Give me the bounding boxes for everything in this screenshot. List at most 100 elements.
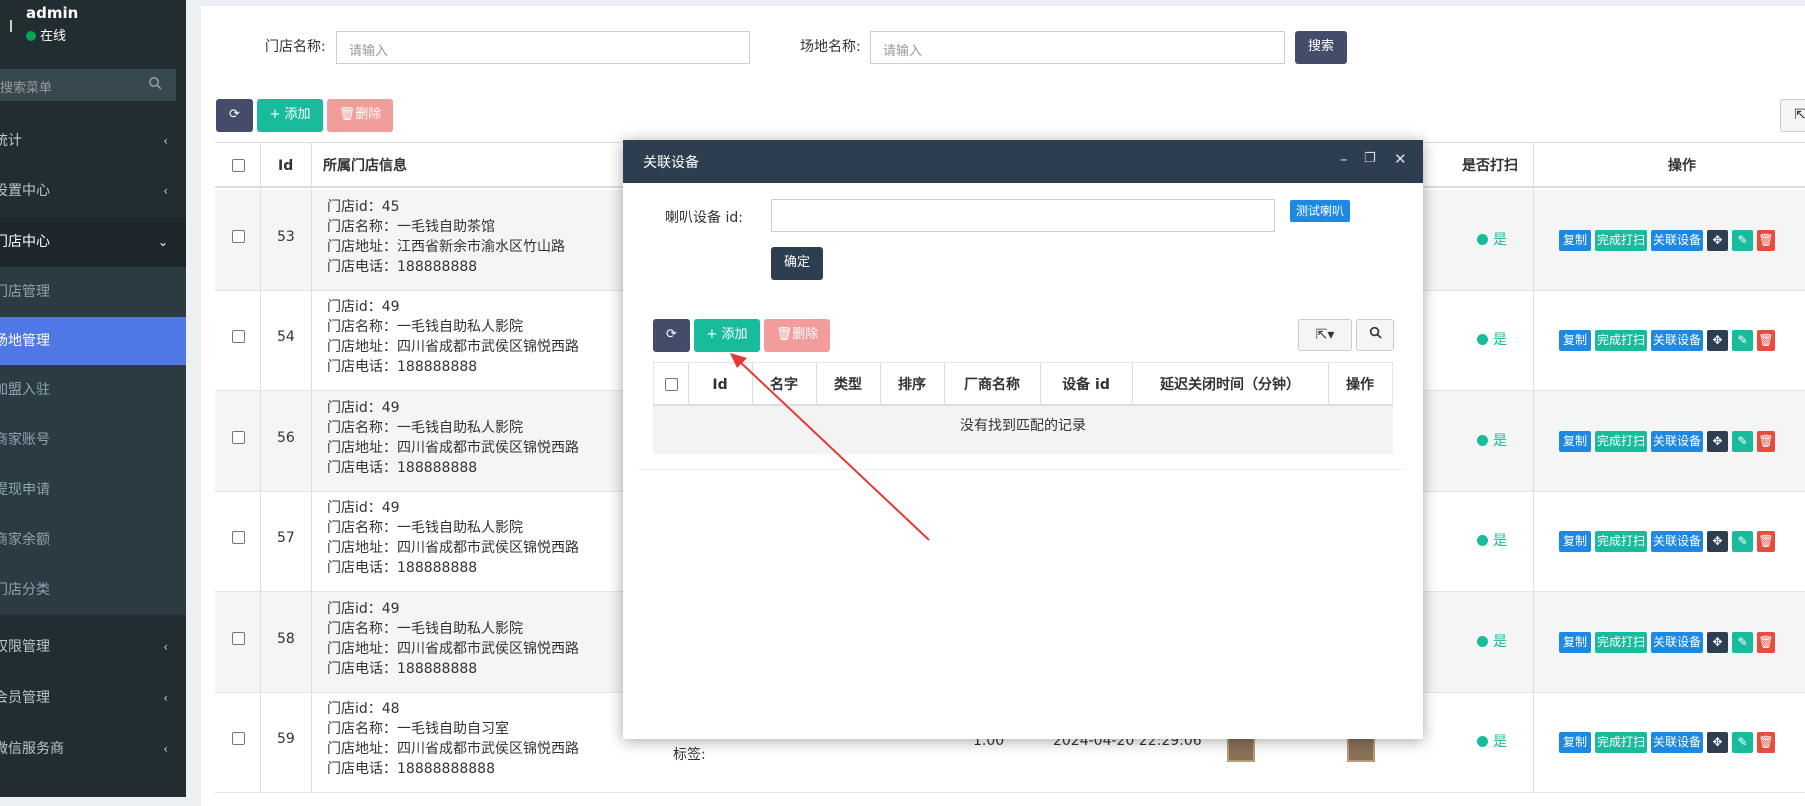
row-id: 58 xyxy=(277,631,295,647)
menu-search-input[interactable]: 搜索菜单 xyxy=(0,69,176,101)
link-device-button[interactable]: 关联设备 xyxy=(1651,330,1703,351)
venue-name-input[interactable]: 请输入 xyxy=(870,31,1285,64)
copy-button[interactable]: 复制 xyxy=(1559,732,1591,753)
row-actions: 复制 完成打扫 关联设备 ✥ ✎ 🗑 xyxy=(1559,732,1805,753)
store-name-input[interactable]: 请输入 xyxy=(336,31,750,64)
row-checkbox[interactable] xyxy=(232,330,245,343)
done-cleaning-button[interactable]: 完成打扫 xyxy=(1595,632,1647,653)
delete-label: 删除 xyxy=(355,107,382,122)
row-checkbox[interactable] xyxy=(232,531,245,544)
sidebar-item-merchant-balance[interactable]: 商家余额 xyxy=(0,515,186,565)
copy-button[interactable]: 复制 xyxy=(1559,230,1591,251)
sidebar-item-wechat[interactable]: 微信服务商 ‹ xyxy=(0,724,186,774)
select-all-checkbox[interactable] xyxy=(232,159,245,172)
move-icon[interactable]: ✥ xyxy=(1707,230,1728,251)
store-info: 门店id：49 门店名称：一毛钱自助私人影院 门店地址：四川省成都市武侯区锦悦西路门… xyxy=(327,398,579,478)
row-id: 57 xyxy=(277,530,295,546)
move-icon[interactable]: ✥ xyxy=(1707,330,1728,351)
sidebar-item-label: 门店分类 xyxy=(0,582,50,598)
divider xyxy=(311,143,312,189)
sidebar-item-settings[interactable]: 设置中心 ‹ xyxy=(0,166,186,216)
row-checkbox[interactable] xyxy=(232,632,245,645)
copy-button[interactable]: 复制 xyxy=(1559,431,1591,452)
link-device-button[interactable]: 关联设备 xyxy=(1651,732,1703,753)
cleaned-text: 是 xyxy=(1493,332,1507,348)
chevron-left-icon: ‹ xyxy=(163,640,168,654)
sidebar-item-merchant-account[interactable]: 商家账号 xyxy=(0,415,186,465)
sidebar-item-label: 会员管理 xyxy=(0,690,50,706)
sidebar-item-store-center[interactable]: 门店中心 ⌄ xyxy=(0,217,186,267)
row-actions: 复制 完成打扫 关联设备 ✥ ✎ 🗑 xyxy=(1559,230,1805,251)
edit-icon[interactable]: ✎ xyxy=(1732,531,1753,552)
move-icon[interactable]: ✥ xyxy=(1707,632,1728,653)
trash-icon[interactable]: 🗑 xyxy=(1757,632,1775,653)
search-button[interactable]: 搜索 xyxy=(1295,31,1347,64)
header-store-info[interactable]: 所属门店信息 xyxy=(323,143,407,189)
export-button[interactable]: ⇱ xyxy=(1780,99,1805,132)
delete-button[interactable]: 🗑删除 xyxy=(327,99,393,132)
store-info: 门店id：45 门店名称：一毛钱自助茶馆 门店地址：江西省新余市渝水区竹山路 门店电话… xyxy=(327,197,565,277)
edit-icon[interactable]: ✎ xyxy=(1732,632,1753,653)
done-cleaning-button[interactable]: 完成打扫 xyxy=(1595,531,1647,552)
move-icon[interactable]: ✥ xyxy=(1707,531,1728,552)
sidebar-item-label: 商家余额 xyxy=(0,532,50,548)
trash-icon: 🗑 xyxy=(338,107,356,122)
link-device-button[interactable]: 关联设备 xyxy=(1651,632,1703,653)
copy-button[interactable]: 复制 xyxy=(1559,531,1591,552)
sidebar-item-permissions[interactable]: 权限管理 ‹ xyxy=(0,622,186,672)
trash-icon[interactable]: 🗑 xyxy=(1757,330,1775,351)
sidebar-item-store-manage[interactable]: 门店管理 xyxy=(0,267,186,317)
edit-icon[interactable]: ✎ xyxy=(1732,431,1753,452)
divider xyxy=(311,491,312,591)
store-info: 门店id：49 门店名称：一毛钱自助私人影院 门店地址：四川省成都市武侯区锦悦西路门… xyxy=(327,498,579,578)
link-device-button[interactable]: 关联设备 xyxy=(1651,431,1703,452)
done-cleaning-button[interactable]: 完成打扫 xyxy=(1595,330,1647,351)
link-device-button[interactable]: 关联设备 xyxy=(1651,531,1703,552)
sidebar-item-franchise[interactable]: 加盟入驻 xyxy=(0,365,186,415)
divider xyxy=(1533,290,1534,390)
trash-icon[interactable]: 🗑 xyxy=(1757,230,1775,251)
sidebar-item-stats[interactable]: 统计 ‹ xyxy=(0,116,186,166)
divider xyxy=(1533,592,1534,692)
sidebar-item-withdraw[interactable]: 提现申请 xyxy=(0,465,186,515)
trash-icon[interactable]: 🗑 xyxy=(1757,531,1775,552)
header-id[interactable]: Id xyxy=(278,143,293,189)
copy-button[interactable]: 复制 xyxy=(1559,632,1591,653)
row-checkbox[interactable] xyxy=(232,230,245,243)
row-checkbox[interactable] xyxy=(232,431,245,444)
sidebar-item-members[interactable]: 会员管理 ‹ xyxy=(0,673,186,723)
done-cleaning-button[interactable]: 完成打扫 xyxy=(1595,732,1647,753)
add-button[interactable]: + 添加 xyxy=(257,99,323,132)
move-icon[interactable]: ✥ xyxy=(1707,431,1728,452)
edit-icon[interactable]: ✎ xyxy=(1732,230,1753,251)
status-dot-icon xyxy=(1477,334,1488,345)
refresh-button[interactable]: ⟳ xyxy=(216,99,253,132)
search-icon[interactable] xyxy=(148,76,162,94)
copy-button[interactable]: 复制 xyxy=(1559,330,1591,351)
divider xyxy=(260,290,261,390)
refresh-icon: ⟳ xyxy=(229,107,240,122)
store-address: 门店地址：四川省成都市武侯区锦悦西路 xyxy=(327,339,579,355)
divider xyxy=(260,592,261,692)
store-name: 门店名称：一毛钱自助自习室 xyxy=(327,721,509,737)
sidebar-item-venue-manage[interactable]: 场地管理 xyxy=(0,317,186,365)
header-cleaned[interactable]: 是否打扫 xyxy=(1462,143,1518,189)
move-icon[interactable]: ✥ xyxy=(1707,732,1728,753)
done-cleaning-button[interactable]: 完成打扫 xyxy=(1595,230,1647,251)
export-icon: ⇱ xyxy=(1794,107,1805,123)
user-name: admin xyxy=(26,4,79,22)
header-ops[interactable]: 操作 xyxy=(1668,143,1696,189)
trash-icon[interactable]: 🗑 xyxy=(1757,732,1775,753)
status-dot-icon xyxy=(1477,636,1488,647)
cleaned-text: 是 xyxy=(1493,533,1507,549)
done-cleaning-button[interactable]: 完成打扫 xyxy=(1595,431,1647,452)
edit-icon[interactable]: ✎ xyxy=(1732,732,1753,753)
link-device-button[interactable]: 关联设备 xyxy=(1651,230,1703,251)
cleaned-status: 是 xyxy=(1477,229,1507,249)
cleaned-text: 是 xyxy=(1493,634,1507,650)
trash-icon[interactable]: 🗑 xyxy=(1757,431,1775,452)
sidebar-item-store-category[interactable]: 门店分类 xyxy=(0,565,186,615)
store-phone: 门店电话：18888888888 xyxy=(327,761,495,777)
edit-icon[interactable]: ✎ xyxy=(1732,330,1753,351)
row-checkbox[interactable] xyxy=(232,732,245,745)
